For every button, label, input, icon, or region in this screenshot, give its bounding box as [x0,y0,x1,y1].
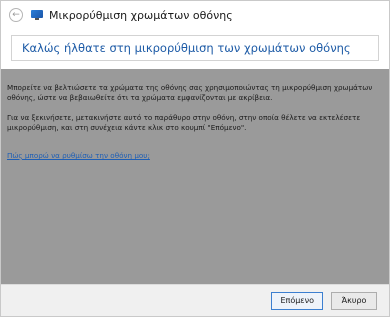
display-color-icon [31,10,43,20]
button-bar: Επόμενο Άκυρο [1,284,389,316]
next-button[interactable]: Επόμενο [271,291,323,310]
help-link[interactable]: Πώς μπορώ να ρυθμίσω την οθόνη μου; [7,151,150,160]
back-arrow-icon[interactable]: ← [9,8,23,22]
heading-panel: Καλώς ήλθατε στη μικρορύθμιση των χρωμάτ… [11,35,379,61]
cancel-button[interactable]: Άκυρο [331,291,377,310]
instructions-paragraph: Για να ξεκινήσετε, μετακινήστε αυτό το π… [7,113,361,132]
content-area: Μπορείτε να βελτιώσετε τα χρώματα της οθ… [1,69,389,284]
page-heading: Καλώς ήλθατε στη μικρορύθμιση των χρωμάτ… [22,41,351,55]
title-bar: ← Μικρορύθμιση χρωμάτων οθόνης [1,1,389,29]
intro-paragraph: Μπορείτε να βελτιώσετε τα χρώματα της οθ… [7,83,373,102]
calibration-window: ← Μικρορύθμιση χρωμάτων οθόνης Καλώς ήλθ… [0,0,390,317]
window-title: Μικρορύθμιση χρωμάτων οθόνης [49,8,233,22]
